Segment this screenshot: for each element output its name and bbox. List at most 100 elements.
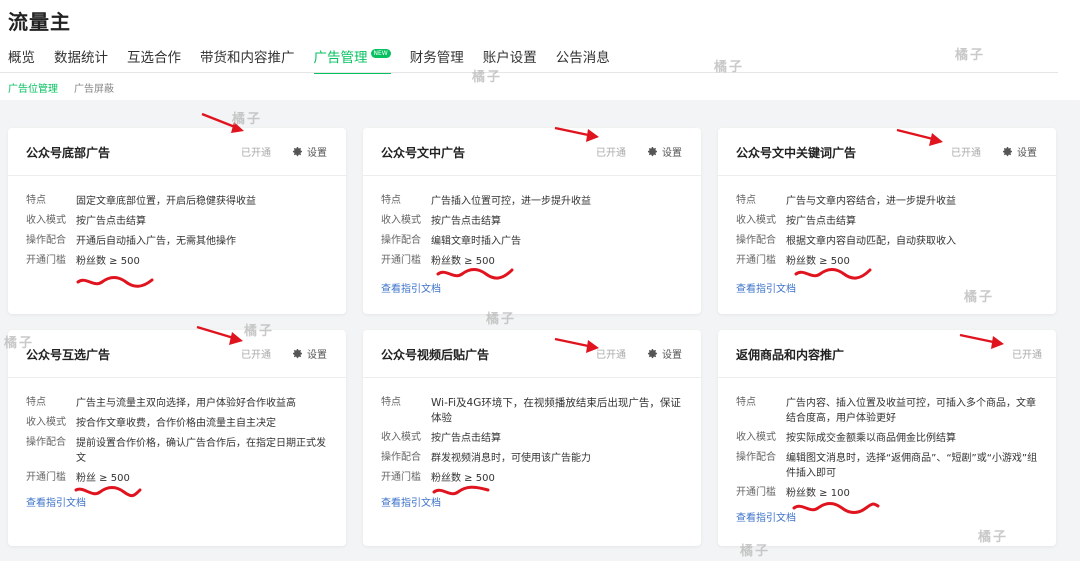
row-label: 收入模式 xyxy=(381,432,421,443)
main-nav: 概览 数据统计 互选合作 带货和内容推广 广告管理 NEW 财务管理 账户设置 公… xyxy=(8,46,629,74)
guide-doc-link[interactable]: 查看指引文档 xyxy=(381,280,441,295)
status-label: 已开通 xyxy=(951,148,981,159)
row-value: 固定文章底部位置，开启后稳健获得收益 xyxy=(76,196,256,207)
row-label: 开通门槛 xyxy=(26,472,66,483)
nav-mutual-cooperation[interactable]: 互选合作 xyxy=(127,46,181,72)
subtab-ad-blocking[interactable]: 广告屏蔽 xyxy=(74,80,114,95)
top-header: 流量主 概览 数据统计 互选合作 带货和内容推广 广告管理 NEW 财务管理 账户… xyxy=(0,0,1080,100)
row-label: 收入模式 xyxy=(26,417,66,428)
settings-label: 设置 xyxy=(662,148,682,159)
row-label: 操作配合 xyxy=(736,452,776,463)
settings-button[interactable]: 设置 xyxy=(647,144,682,159)
operation-row: 操作配合 群发视频消息时，可使用该广告能力 xyxy=(381,451,689,466)
ad-card-bottom: 公众号底部广告 已开通 设置 特点 固定文章底部位置，开启后稳健获得收益 收入模式… xyxy=(8,128,346,314)
settings-button[interactable]: 设置 xyxy=(292,346,327,361)
operation-row: 操作配合 编辑文章时插入广告 xyxy=(381,234,689,249)
card-body: 特点 广告插入位置可控，进一步提升收益 收入模式 按广告点击结算 操作配合 编辑文章时… xyxy=(381,194,689,296)
income-row: 收入模式 按合作文章收费，合作价格由流量主自主决定 xyxy=(26,416,334,431)
ad-card-keyword: 公众号文中关键词广告 已开通 设置 特点 广告与文章内容结合，进一步提升收益 收入… xyxy=(718,128,1056,314)
row-value: 粉丝数 ≥ 100 xyxy=(786,488,850,499)
nav-account-settings[interactable]: 账户设置 xyxy=(483,46,537,72)
operation-row: 操作配合 提前设置合作价格，确认广告合作后，在指定日期正式发文 xyxy=(26,436,334,466)
row-label: 操作配合 xyxy=(26,235,66,246)
nav-goods-promotion[interactable]: 带货和内容推广 xyxy=(200,46,295,72)
row-label: 特点 xyxy=(26,397,46,408)
nav-ad-management[interactable]: 广告管理 NEW xyxy=(313,46,391,74)
row-value: 提前设置合作价格，确认广告合作后，在指定日期正式发文 xyxy=(76,438,326,464)
row-value: 按广告点击结算 xyxy=(76,216,146,227)
row-value: 按广告点击结算 xyxy=(431,216,501,227)
ad-card-video-post: 公众号视频后贴广告 已开通 设置 特点 Wi-Fi及4G环境下，在视频播放结束后出… xyxy=(363,330,701,546)
card-title: 返佣商品和内容推广 xyxy=(736,348,845,362)
subtab-ad-slot-management[interactable]: 广告位管理 xyxy=(8,80,58,95)
row-label: 开通门槛 xyxy=(381,472,421,483)
status-label: 已开通 xyxy=(596,148,626,159)
settings-button[interactable]: 设置 xyxy=(292,144,327,159)
card-body: 特点 广告与文章内容结合，进一步提升收益 收入模式 按广告点击结算 操作配合 根据文章… xyxy=(736,194,1044,296)
row-value: 开通后自动插入广告，无需其他操作 xyxy=(76,236,236,247)
row-value: 编辑图文消息时，选择“返佣商品”、“短剧”或“小游戏”组件插入即可 xyxy=(786,453,1038,479)
gear-icon xyxy=(647,147,657,157)
guide-doc-link[interactable]: 查看指引文档 xyxy=(736,509,796,524)
threshold-row: 开通门槛 粉丝数 ≥ 100 xyxy=(736,486,1044,501)
nav-divider xyxy=(0,72,1058,73)
row-label: 特点 xyxy=(26,195,46,206)
row-label: 开通门槛 xyxy=(26,255,66,266)
guide-doc-link[interactable]: 查看指引文档 xyxy=(381,494,441,509)
threshold-row: 开通门槛 粉丝 ≥ 500 xyxy=(26,471,334,486)
row-label: 收入模式 xyxy=(26,215,66,226)
income-row: 收入模式 按广告点击结算 xyxy=(381,214,689,229)
row-label: 收入模式 xyxy=(381,215,421,226)
card-header: 公众号文中广告 已开通 设置 xyxy=(363,128,701,176)
income-row: 收入模式 按实际成交金额乘以商品佣金比例结算 xyxy=(736,431,1044,446)
watermark: 橘子 xyxy=(232,112,263,127)
card-header: 返佣商品和内容推广 已开通 xyxy=(718,330,1056,378)
row-label: 操作配合 xyxy=(736,235,776,246)
settings-button[interactable]: 设置 xyxy=(647,346,682,361)
card-title: 公众号底部广告 xyxy=(26,146,111,160)
row-value: 按合作文章收费，合作价格由流量主自主决定 xyxy=(76,418,276,429)
guide-doc-link[interactable]: 查看指引文档 xyxy=(26,494,86,509)
row-label: 操作配合 xyxy=(26,437,66,448)
feature-row: 特点 固定文章底部位置，开启后稳健获得收益 xyxy=(26,194,334,209)
feature-row: 特点 广告主与流量主双向选择，用户体验好合作收益高 xyxy=(26,396,334,411)
status-label: 已开通 xyxy=(1012,350,1042,361)
nav-finance[interactable]: 财务管理 xyxy=(410,46,464,72)
operation-row: 操作配合 开通后自动插入广告，无需其他操作 xyxy=(26,234,334,249)
nav-announcements[interactable]: 公告消息 xyxy=(556,46,610,72)
card-title: 公众号文中关键词广告 xyxy=(736,146,857,160)
income-row: 收入模式 按广告点击结算 xyxy=(736,214,1044,229)
new-badge: NEW xyxy=(370,49,391,58)
gear-icon xyxy=(1002,147,1012,157)
guide-doc-link[interactable]: 查看指引文档 xyxy=(736,280,796,295)
row-value: 广告与文章内容结合，进一步提升收益 xyxy=(786,196,956,207)
row-value: 广告插入位置可控，进一步提升收益 xyxy=(431,196,591,207)
threshold-row: 开通门槛 粉丝数 ≥ 500 xyxy=(381,254,689,269)
nav-data-stats[interactable]: 数据统计 xyxy=(54,46,108,72)
row-value: 群发视频消息时，可使用该广告能力 xyxy=(431,453,591,464)
row-value: 广告主与流量主双向选择，用户体验好合作收益高 xyxy=(76,398,296,409)
card-title: 公众号互选广告 xyxy=(26,348,111,362)
row-label: 特点 xyxy=(381,195,401,206)
feature-row: 特点 广告与文章内容结合，进一步提升收益 xyxy=(736,194,1044,209)
settings-button[interactable]: 设置 xyxy=(1002,144,1037,159)
status-label: 已开通 xyxy=(596,350,626,361)
gear-icon xyxy=(292,349,302,359)
nav-overview[interactable]: 概览 xyxy=(8,46,35,72)
card-header: 公众号底部广告 已开通 设置 xyxy=(8,128,346,176)
row-value: 按广告点击结算 xyxy=(786,216,856,227)
income-row: 收入模式 按广告点击结算 xyxy=(381,431,689,446)
row-value: 粉丝数 ≥ 500 xyxy=(431,473,495,484)
operation-row: 操作配合 根据文章内容自动匹配，自动获取收入 xyxy=(736,234,1044,249)
row-value: 根据文章内容自动匹配，自动获取收入 xyxy=(786,236,956,247)
card-body: 特点 广告内容、插入位置及收益可控，可插入多个商品，文章结合度高，用户体验更好 收… xyxy=(736,396,1044,525)
card-body: 特点 固定文章底部位置，开启后稳健获得收益 收入模式 按广告点击结算 操作配合 开通后… xyxy=(26,194,334,274)
row-value: 编辑文章时插入广告 xyxy=(431,236,521,247)
income-row: 收入模式 按广告点击结算 xyxy=(26,214,334,229)
row-label: 特点 xyxy=(736,195,756,206)
feature-row: 特点 Wi-Fi及4G环境下，在视频播放结束后出现广告，保证体验 xyxy=(381,396,689,426)
ad-card-mutual: 公众号互选广告 已开通 设置 特点 广告主与流量主双向选择，用户体验好合作收益高 … xyxy=(8,330,346,546)
ad-card-in-article: 公众号文中广告 已开通 设置 特点 广告插入位置可控，进一步提升收益 收入模式 按广… xyxy=(363,128,701,314)
sub-tabs: 广告位管理 广告屏蔽 xyxy=(8,80,114,95)
card-body: 特点 广告主与流量主双向选择，用户体验好合作收益高 收入模式 按合作文章收费，合作价… xyxy=(26,396,334,510)
